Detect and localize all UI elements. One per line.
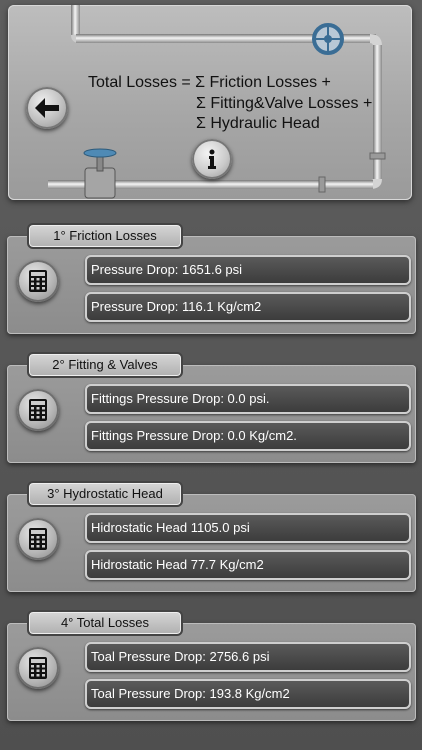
friction-kgcm2-field[interactable]: Pressure Drop: 116.1 Kg/cm2 <box>85 292 411 322</box>
total-losses-section: 4° Total Losses Toal Pressure Drop: 2756… <box>7 610 416 721</box>
total-psi-field[interactable]: Toal Pressure Drop: 2756.6 psi <box>85 642 411 672</box>
info-icon <box>208 149 216 169</box>
fitting-calculator-button[interactable] <box>17 389 59 431</box>
total-calculator-button[interactable] <box>17 647 59 689</box>
back-arrow-icon <box>35 98 59 118</box>
section-title: 1° Friction Losses <box>27 223 183 249</box>
header-panel: Total Losses = Σ Friction Losses + Σ Fit… <box>8 5 412 200</box>
calculator-icon <box>29 528 47 550</box>
total-kgcm2-field[interactable]: Toal Pressure Drop: 193.8 Kg/cm2 <box>85 679 411 709</box>
hydrostatic-head-section: 3° Hydrostatic Head Hidrostatic Head 110… <box>7 481 416 592</box>
fittings-psi-field[interactable]: Fittings Pressure Drop: 0.0 psi. <box>85 384 411 414</box>
friction-losses-section: 1° Friction Losses Pressure Drop: 1651.6… <box>7 223 416 334</box>
valve-wheel-icon <box>312 23 344 55</box>
total-losses-formula: Total Losses = Σ Friction Losses + Σ Fit… <box>88 73 372 135</box>
fittings-kgcm2-field[interactable]: Fittings Pressure Drop: 0.0 Kg/cm2. <box>85 421 411 451</box>
info-button[interactable] <box>192 139 232 179</box>
section-title: 4° Total Losses <box>27 610 183 636</box>
friction-psi-field[interactable]: Pressure Drop: 1651.6 psi <box>85 255 411 285</box>
formula-line-3: Σ Hydraulic Head <box>196 115 320 132</box>
calculator-icon <box>29 270 47 292</box>
formula-line-1: Total Losses = Σ Friction Losses + <box>88 74 331 91</box>
fitting-valves-section: 2° Fitting & Valves Fittings Pressure Dr… <box>7 352 416 463</box>
section-title: 3° Hydrostatic Head <box>27 481 183 507</box>
calculator-icon <box>29 399 47 421</box>
section-title: 2° Fitting & Valves <box>27 352 183 378</box>
back-button[interactable] <box>26 87 68 129</box>
hydrostatic-psi-field[interactable]: Hidrostatic Head 1105.0 psi <box>85 513 411 543</box>
hydrostatic-calculator-button[interactable] <box>17 518 59 560</box>
gate-valve-icon <box>83 148 117 199</box>
hydrostatic-kgcm2-field[interactable]: Hidrostatic Head 77.7 Kg/cm2 <box>85 550 411 580</box>
calculator-icon <box>29 657 47 679</box>
formula-line-2: Σ Fitting&Valve Losses + <box>196 94 373 112</box>
friction-calculator-button[interactable] <box>17 260 59 302</box>
